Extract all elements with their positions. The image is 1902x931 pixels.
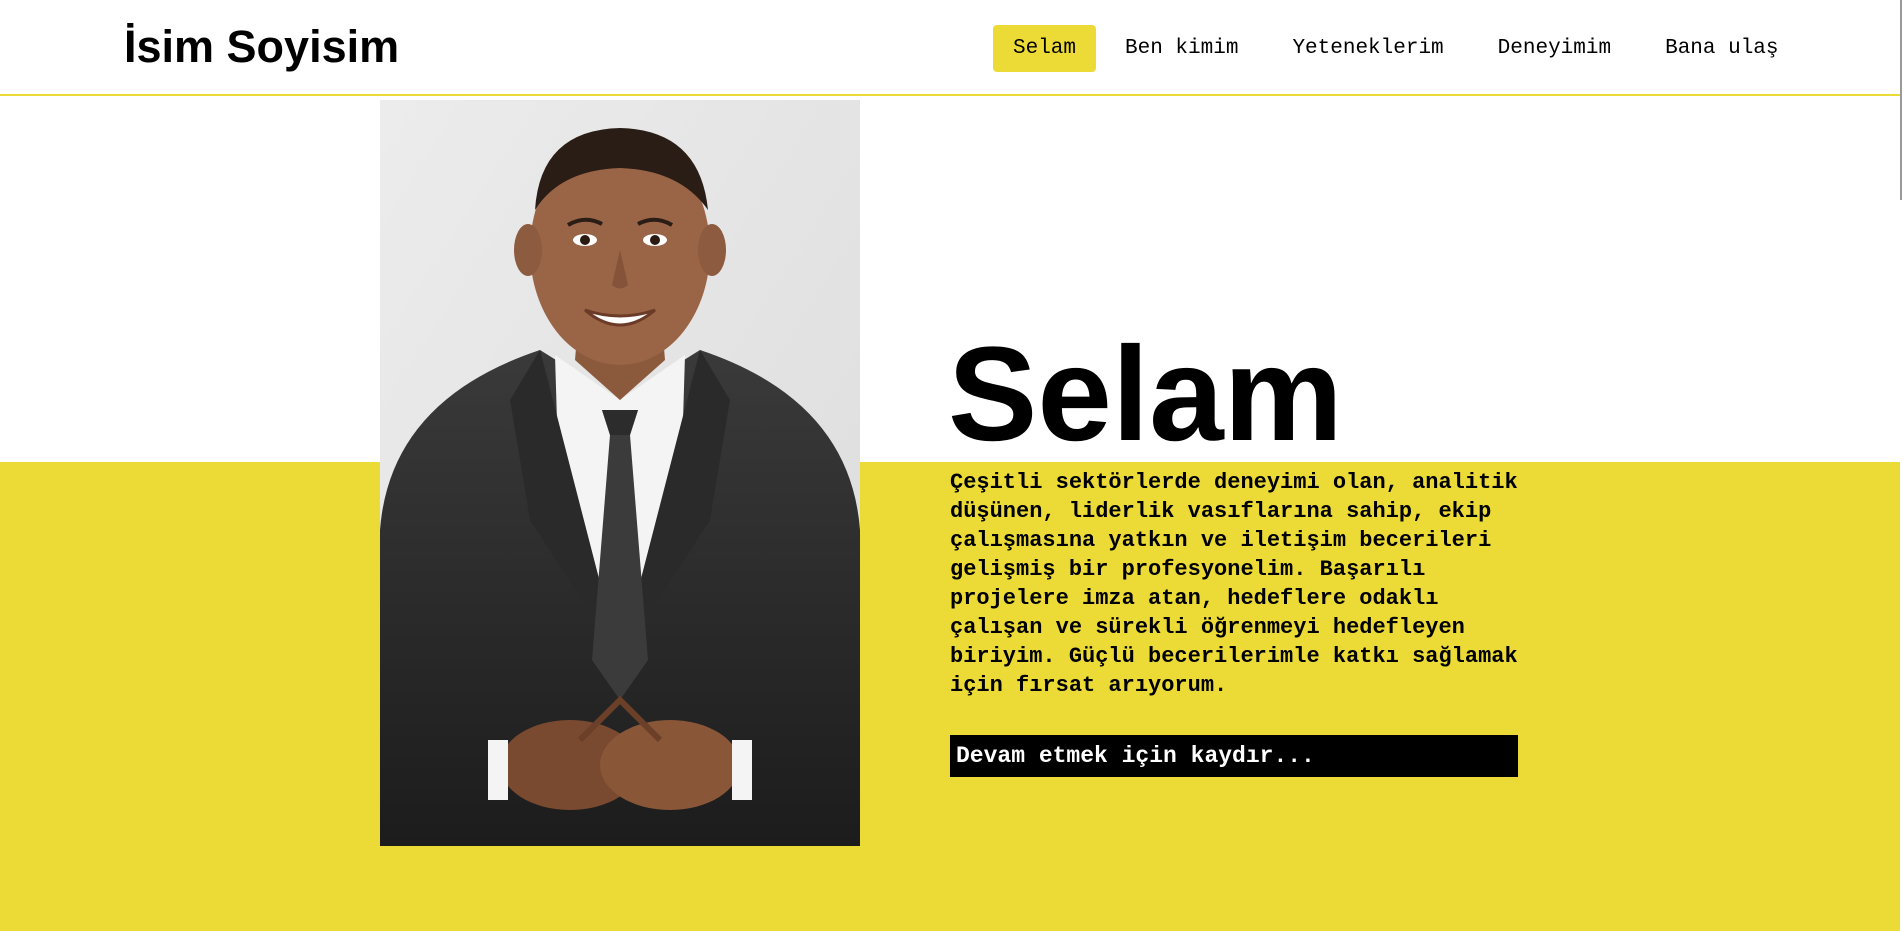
hero-title: Selam: [948, 320, 1343, 469]
site-header: İsim Soyisim Selam Ben kimim Yetenekleri…: [0, 0, 1902, 96]
nav-item-yeteneklerim[interactable]: Yeteneklerim: [1267, 25, 1468, 72]
person-photo-icon: [380, 100, 860, 846]
scroll-hint: Devam etmek için kaydır...: [950, 735, 1518, 777]
hero-description: Çeşitli sektörlerde deneyimi olan, anali…: [950, 470, 1518, 698]
profile-photo: [380, 100, 860, 846]
site-brand[interactable]: İsim Soyisim: [124, 18, 399, 76]
main-nav: Selam Ben kimim Yeteneklerim Deneyimim B…: [993, 25, 1804, 72]
nav-item-ben-kimim[interactable]: Ben kimim: [1100, 25, 1263, 72]
nav-item-selam[interactable]: Selam: [993, 25, 1097, 72]
nav-item-bana-ulas[interactable]: Bana ulaş: [1640, 25, 1803, 72]
nav-item-deneyimim[interactable]: Deneyimim: [1473, 25, 1636, 72]
